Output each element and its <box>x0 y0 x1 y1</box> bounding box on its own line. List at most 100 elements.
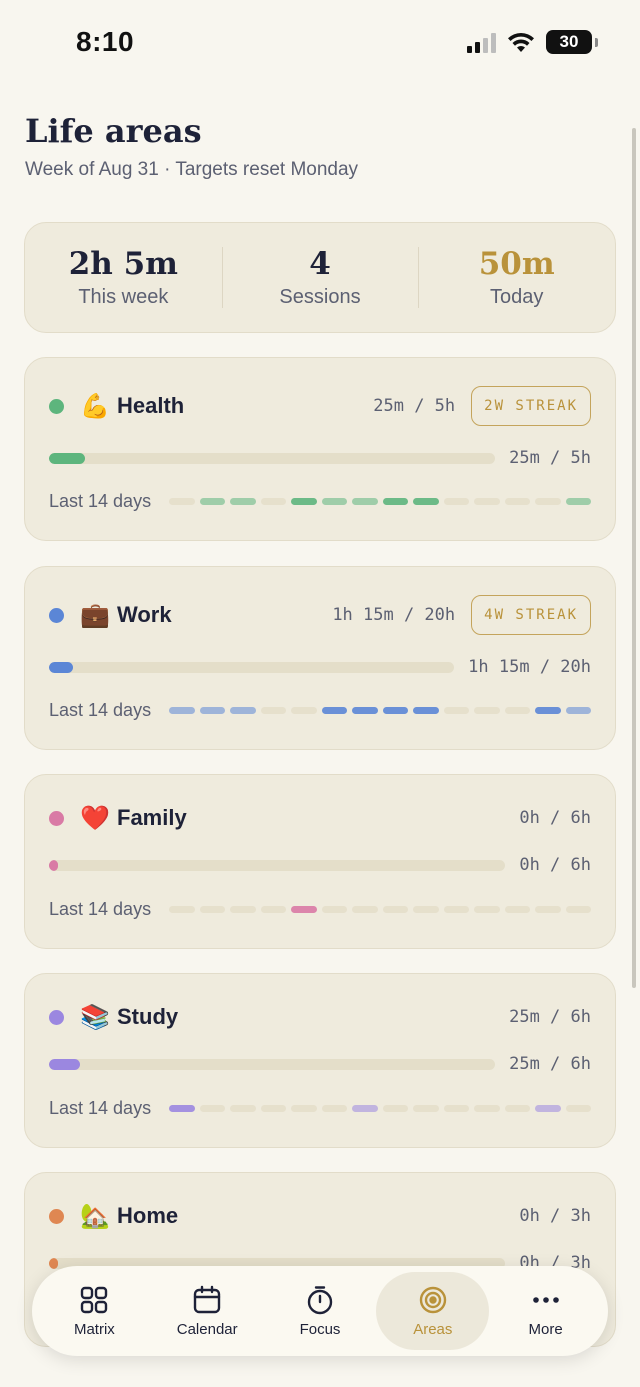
nav-areas[interactable]: Areas <box>376 1272 490 1350</box>
area-name: Study <box>117 1004 179 1029</box>
day-segment <box>291 707 317 714</box>
day-segment <box>474 498 500 505</box>
day-segment <box>535 906 561 913</box>
cellular-signal-icon <box>467 31 496 53</box>
area-color-dot <box>49 1208 64 1224</box>
nav-label: Calendar <box>176 1320 238 1338</box>
nav-more[interactable]: More <box>489 1272 602 1350</box>
days-label: Last 14 days <box>49 700 152 720</box>
day-segment <box>443 707 469 714</box>
streak-badge: 4W STREAK <box>471 595 591 635</box>
day-segment <box>565 1105 591 1112</box>
area-card-health[interactable]: 💪 Health 25m / 5h 2W STREAK 25m / 5h Las… <box>24 357 616 541</box>
day-segment <box>291 1105 317 1112</box>
day-segment <box>474 707 500 714</box>
day-segment <box>291 906 317 913</box>
stat-sessions: 4 Sessions <box>221 223 419 332</box>
day-segment <box>382 707 408 714</box>
stat-value: 4 <box>309 246 331 282</box>
day-segment <box>230 498 256 505</box>
day-segment <box>260 498 286 505</box>
area-target: 25m / 6h <box>509 1007 591 1027</box>
target-icon <box>419 1286 446 1313</box>
page-subtitle: Week of Aug 31 · Targets reset Monday <box>25 159 359 180</box>
day-segment <box>565 498 591 505</box>
day-segment <box>413 1105 439 1112</box>
progress-value: 25m / 6h <box>509 1054 591 1074</box>
area-target: 25m / 5h <box>373 396 456 416</box>
area-color-dot <box>49 810 64 826</box>
nav-focus[interactable]: Focus <box>264 1272 377 1350</box>
area-card-study[interactable]: 📚 Study 25m / 6h 25m / 6h Last 14 days <box>24 973 616 1148</box>
day-segment <box>199 707 225 714</box>
status-bar: 8:10 30 <box>0 0 640 88</box>
stat-value: 50m <box>478 246 555 282</box>
area-header: 💼 Work 1h 15m / 20h 4W STREAK <box>49 579 591 651</box>
progress-value: 1h 15m / 20h <box>468 657 591 677</box>
day-segment <box>230 707 256 714</box>
day-segment <box>382 498 408 505</box>
day-segment <box>504 707 530 714</box>
day-segment <box>321 1105 347 1112</box>
day-segment <box>230 1105 256 1112</box>
progress-row: 25m / 6h <box>49 1054 591 1074</box>
area-color-dot <box>49 1009 64 1025</box>
day-segment <box>169 906 195 913</box>
area-emoji-icon: 🏡 <box>80 1202 110 1230</box>
day-segment <box>382 906 408 913</box>
bottom-nav: Matrix Calendar Focus Areas More <box>32 1266 608 1356</box>
day-segment <box>352 498 378 505</box>
more-dots-icon <box>532 1296 559 1303</box>
progress-fill <box>49 1257 59 1269</box>
area-header: 🏡 Home 0h / 3h <box>49 1180 591 1252</box>
day-segment <box>504 498 530 505</box>
day-segment <box>260 1105 286 1112</box>
progress-track <box>49 1058 496 1070</box>
day-segment <box>443 498 469 505</box>
stat-this-week: 2h 5m This week <box>25 223 222 332</box>
day-segment <box>413 707 439 714</box>
day-segment <box>352 1105 378 1112</box>
progress-value: 0h / 6h <box>519 855 591 875</box>
area-card-work[interactable]: 💼 Work 1h 15m / 20h 4W STREAK 1h 15m / 2… <box>24 566 616 750</box>
nav-label: Focus <box>299 1320 341 1338</box>
progress-fill <box>49 452 85 464</box>
area-color-dot <box>49 398 64 414</box>
day-segment <box>230 906 256 913</box>
progress-track <box>49 661 455 673</box>
stat-label: This week <box>78 286 169 308</box>
area-color-dot <box>49 607 64 623</box>
calendar-icon <box>193 1285 221 1313</box>
area-header: ❤️ Family 0h / 6h <box>49 782 591 854</box>
battery-level: 30 <box>559 32 579 51</box>
battery-icon: 30 <box>546 30 592 54</box>
day-segment <box>352 906 378 913</box>
days-row: Last 14 days <box>49 700 591 721</box>
days-label: Last 14 days <box>49 899 152 919</box>
scroll-indicator[interactable] <box>632 128 636 988</box>
day-segment <box>504 1105 530 1112</box>
progress-track <box>49 859 506 871</box>
day-segment <box>565 906 591 913</box>
area-card-family[interactable]: ❤️ Family 0h / 6h 0h / 6h Last 14 days <box>24 774 616 949</box>
day-segment <box>260 906 286 913</box>
day-segment <box>565 707 591 714</box>
days-strip <box>169 707 591 714</box>
days-strip <box>169 1105 591 1112</box>
status-time: 8:10 <box>76 26 135 57</box>
stat-label: Sessions <box>279 286 361 308</box>
day-segment <box>169 707 195 714</box>
days-strip <box>169 906 591 913</box>
progress-value: 25m / 5h <box>509 448 591 468</box>
day-segment <box>321 498 347 505</box>
page-title: Life areas <box>25 112 202 150</box>
summary-card: 2h 5m This week 4 Sessions 50m Today <box>24 222 616 333</box>
progress-fill <box>49 1058 81 1070</box>
area-header: 💪 Health 25m / 5h 2W STREAK <box>49 370 591 442</box>
nav-matrix[interactable]: Matrix <box>38 1272 151 1350</box>
progress-fill <box>49 859 59 871</box>
days-row: Last 14 days <box>49 899 591 920</box>
day-segment <box>474 1105 500 1112</box>
nav-calendar[interactable]: Calendar <box>151 1272 264 1350</box>
progress-track <box>49 452 496 464</box>
